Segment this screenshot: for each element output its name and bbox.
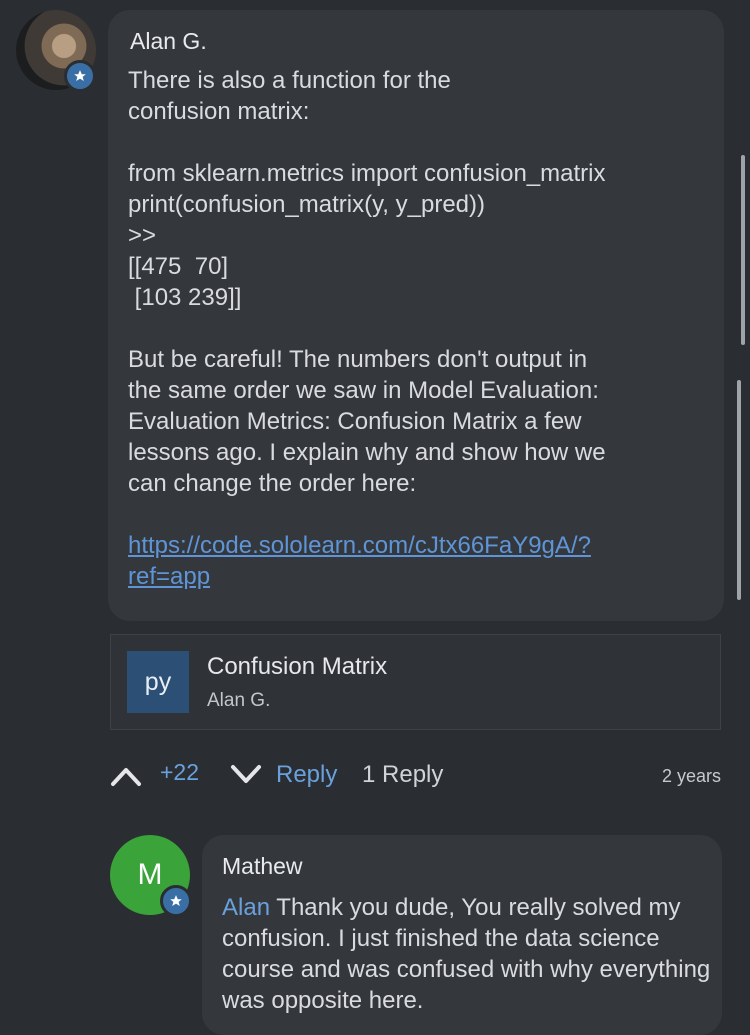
reply-text: Thank you dude, You really solved my con… [222,894,711,1014]
reply-count-link[interactable]: 1 Reply [362,761,443,789]
code-preview-card[interactable]: py Confusion Matrix Alan G. [110,634,721,730]
comment-actions: +22 Reply 1 Reply 2 years [110,755,721,799]
code-title: Confusion Matrix [207,653,388,680]
reply-bubble: Mathew Alan Thank you dude, You really s… [202,835,722,1035]
reply-body: Alan Thank you dude, You really solved m… [222,892,712,1016]
comment-body: There is also a function for the confusi… [128,65,713,592]
reply-author[interactable]: Mathew [222,853,303,880]
comment-age: 2 years [661,766,721,786]
code-author: Alan G. [207,690,271,711]
code-link[interactable]: https://code.sololearn.com/cJtx66FaY9gA/… [128,532,591,590]
comment-bubble: Alan G. There is also a function for the… [108,10,724,621]
upvote-chevron-icon[interactable] [110,763,142,787]
badge-star-icon [64,60,96,92]
scrollbar-page[interactable] [741,155,745,345]
vote-count: +22 [160,759,200,785]
downvote-chevron-icon[interactable] [230,763,262,787]
reply-button[interactable]: Reply [276,761,337,789]
avatar-initial: M [137,858,163,891]
mention-link[interactable]: Alan [222,894,270,921]
comment-text: There is also a function for the confusi… [128,67,606,497]
comment-author[interactable]: Alan G. [130,28,207,55]
scrollbar-bubble[interactable] [737,380,741,600]
language-badge: py [127,651,189,713]
badge-star-icon [160,885,192,917]
